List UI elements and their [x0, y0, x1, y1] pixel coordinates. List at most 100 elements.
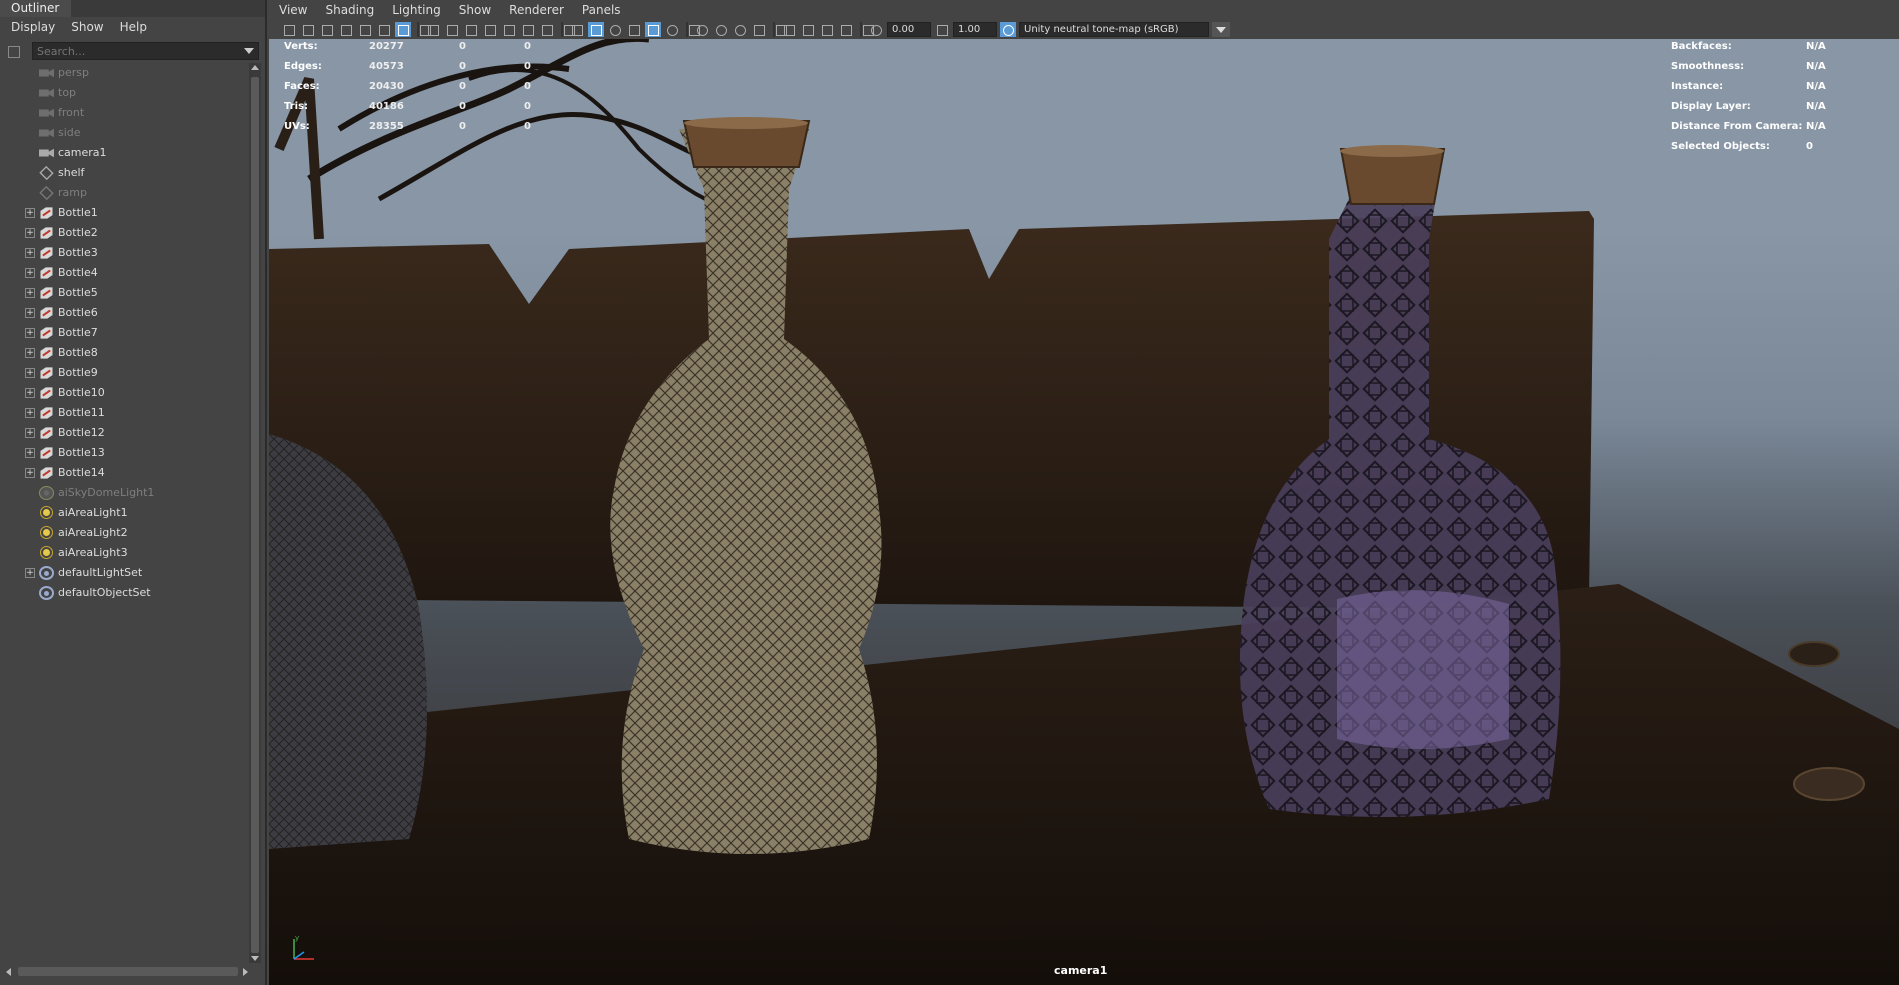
- outliner-item-aiarealight2[interactable]: aiAreaLight2: [0, 523, 249, 543]
- use-all-lights-icon[interactable]: [664, 22, 680, 37]
- scroll-right-icon[interactable]: [243, 968, 248, 976]
- expand-icon[interactable]: +: [25, 268, 35, 278]
- outliner-item-side[interactable]: side: [0, 123, 249, 143]
- outliner-item-bottle4[interactable]: + Bottle4: [0, 263, 249, 283]
- bookmarks-icon[interactable]: [319, 22, 335, 37]
- grease-pencil-icon[interactable]: [357, 22, 373, 37]
- filter-icon[interactable]: [6, 44, 20, 58]
- outliner-item-bottle10[interactable]: + Bottle10: [0, 383, 249, 403]
- expand-icon[interactable]: +: [25, 368, 35, 378]
- safe-action-icon[interactable]: [520, 22, 536, 37]
- hud-value: N/A: [1806, 81, 1826, 92]
- outliner-vertical-scrollbar[interactable]: [249, 63, 261, 963]
- expand-icon[interactable]: +: [25, 328, 35, 338]
- outliner-item-persp[interactable]: persp: [0, 63, 249, 83]
- film-gate-icon[interactable]: [444, 22, 460, 37]
- color-management-icon[interactable]: [1000, 22, 1016, 37]
- scroll-left-icon[interactable]: [6, 968, 11, 976]
- image-plane-icon[interactable]: [338, 22, 354, 37]
- isolate-icon[interactable]: [395, 22, 411, 37]
- xray-active-icon[interactable]: [800, 22, 816, 37]
- scroll-down-icon[interactable]: [251, 956, 259, 961]
- menu-help[interactable]: Help: [120, 17, 147, 37]
- outliner-item-front[interactable]: front: [0, 103, 249, 123]
- tone-map-dropdown-icon[interactable]: [1212, 22, 1230, 37]
- outliner-item-bottle1[interactable]: + Bottle1: [0, 203, 249, 223]
- outliner-item-defaultlightset[interactable]: + defaultLightSet: [0, 563, 249, 583]
- backface-culling-icon[interactable]: [838, 22, 854, 37]
- expand-icon[interactable]: +: [25, 348, 35, 358]
- camera-attributes-icon[interactable]: [300, 22, 316, 37]
- outliner-item-top[interactable]: top: [0, 83, 249, 103]
- textured-icon[interactable]: [645, 22, 661, 37]
- menu-show[interactable]: Show: [459, 0, 491, 20]
- shadows-icon[interactable]: [694, 22, 710, 37]
- outliner-item-bottle8[interactable]: + Bottle8: [0, 343, 249, 363]
- resolution-gate-icon[interactable]: [463, 22, 479, 37]
- xray-icon[interactable]: [781, 22, 797, 37]
- field-chart-icon[interactable]: [501, 22, 517, 37]
- ambient-occlusion-icon[interactable]: [713, 22, 729, 37]
- outliner-item-bottle7[interactable]: + Bottle7: [0, 323, 249, 343]
- menu-shading[interactable]: Shading: [325, 0, 374, 20]
- outliner-item-bottle12[interactable]: + Bottle12: [0, 423, 249, 443]
- outliner-item-camera1[interactable]: camera1: [0, 143, 249, 163]
- exposure-field[interactable]: 0.00: [887, 22, 931, 37]
- smooth-shade-icon[interactable]: [588, 22, 604, 37]
- expand-icon[interactable]: +: [25, 468, 35, 478]
- expand-icon[interactable]: +: [25, 408, 35, 418]
- grid-icon[interactable]: [425, 22, 441, 37]
- menu-show[interactable]: Show: [71, 17, 103, 37]
- tone-map-select[interactable]: Unity neutral tone-map (sRGB): [1019, 22, 1209, 37]
- outliner-item-bottle3[interactable]: + Bottle3: [0, 243, 249, 263]
- outliner-item-bottle14[interactable]: + Bottle14: [0, 463, 249, 483]
- outliner-item-aiarealight1[interactable]: aiAreaLight1: [0, 503, 249, 523]
- motion-blur-icon[interactable]: [732, 22, 748, 37]
- expand-icon[interactable]: +: [25, 208, 35, 218]
- outliner-item-bottle5[interactable]: + Bottle5: [0, 283, 249, 303]
- menu-view[interactable]: View: [279, 0, 307, 20]
- 2d-pan-zoom-icon[interactable]: [376, 22, 392, 37]
- scroll-up-icon[interactable]: [251, 65, 259, 70]
- menu-panels[interactable]: Panels: [582, 0, 621, 20]
- default-material-icon[interactable]: [607, 22, 623, 37]
- expand-icon[interactable]: +: [25, 248, 35, 258]
- outliner-item-aiarealight3[interactable]: aiAreaLight3: [0, 543, 249, 563]
- wireframe-icon[interactable]: [569, 22, 585, 37]
- outliner-tab[interactable]: Outliner: [0, 0, 72, 17]
- 3d-viewport[interactable]: Verts: 20277 0 0 Edges: 40573 0 0 Faces: 20430 0 0 T…: [269, 39, 1899, 985]
- expand-icon[interactable]: +: [25, 428, 35, 438]
- xray-joints-icon[interactable]: [819, 22, 835, 37]
- outliner-horizontal-scrollbar[interactable]: [4, 965, 248, 979]
- outliner-item-ramp[interactable]: ramp: [0, 183, 249, 203]
- outliner-item-bottle2[interactable]: + Bottle2: [0, 223, 249, 243]
- outliner-item-bottle6[interactable]: + Bottle6: [0, 303, 249, 323]
- scrollbar-thumb[interactable]: [251, 77, 259, 953]
- expand-icon[interactable]: +: [25, 568, 35, 578]
- search-input[interactable]: [37, 44, 244, 58]
- expand-icon[interactable]: +: [25, 228, 35, 238]
- safe-title-icon[interactable]: [539, 22, 555, 37]
- gamma-icon[interactable]: [934, 22, 950, 37]
- expand-icon[interactable]: +: [25, 448, 35, 458]
- menu-display[interactable]: Display: [11, 17, 55, 37]
- outliner-item-defaultobjectset[interactable]: defaultObjectSet: [0, 583, 249, 603]
- exposure-icon[interactable]: [868, 22, 884, 37]
- gamma-field[interactable]: 1.00: [953, 22, 997, 37]
- search-dropdown-icon[interactable]: [244, 48, 254, 54]
- outliner-item-aiskydomelight1[interactable]: aiSkyDomeLight1: [0, 483, 249, 503]
- anti-aliasing-icon[interactable]: [751, 22, 767, 37]
- expand-icon[interactable]: +: [25, 288, 35, 298]
- expand-icon[interactable]: +: [25, 388, 35, 398]
- menu-lighting[interactable]: Lighting: [392, 0, 441, 20]
- outliner-item-bottle9[interactable]: + Bottle9: [0, 363, 249, 383]
- outliner-item-bottle13[interactable]: + Bottle13: [0, 443, 249, 463]
- outliner-item-shelf[interactable]: shelf: [0, 163, 249, 183]
- wireframe-on-shaded-icon[interactable]: [626, 22, 642, 37]
- select-camera-icon[interactable]: [281, 22, 297, 37]
- expand-icon[interactable]: +: [25, 308, 35, 318]
- menu-renderer[interactable]: Renderer: [509, 0, 564, 20]
- gate-mask-icon[interactable]: [482, 22, 498, 37]
- outliner-item-bottle11[interactable]: + Bottle11: [0, 403, 249, 423]
- scrollbar-thumb[interactable]: [18, 967, 238, 976]
